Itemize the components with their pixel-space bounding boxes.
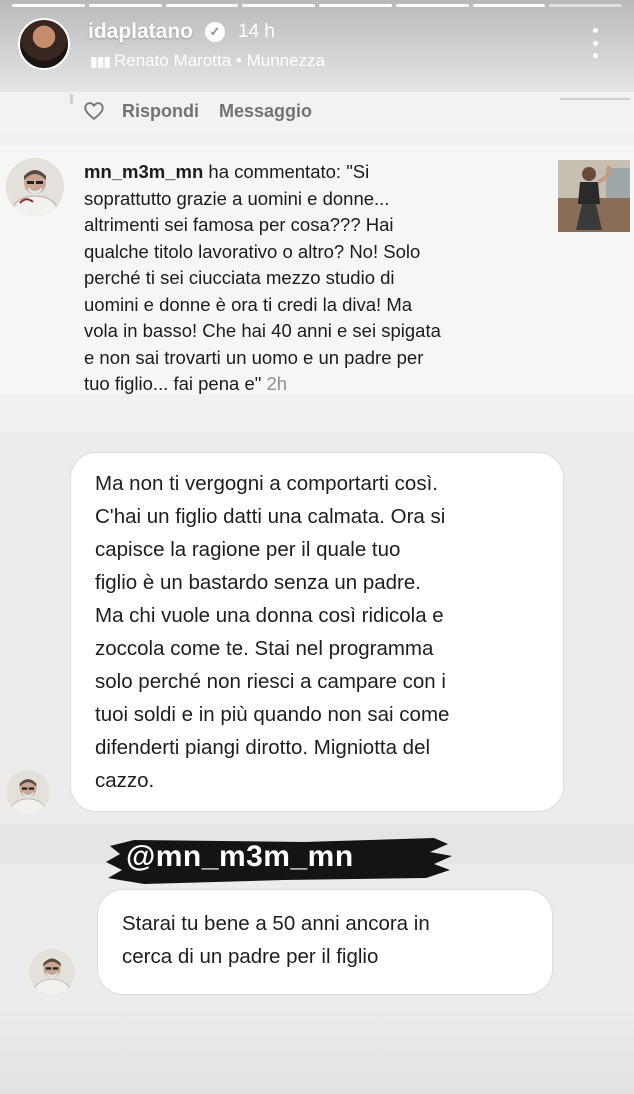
comment-notification-card: mn_m3m_mn ha commentato: "Si soprattutto…	[0, 145, 634, 395]
message-bubble[interactable]: Ma non ti vergogni a comportarti così. C…	[70, 452, 564, 812]
divider	[70, 94, 73, 104]
story-viewer: idaplatano ✓ 14 h ▮▮▮ Renato Marotta • M…	[0, 0, 634, 1094]
background-fade	[0, 1007, 634, 1094]
kebab-icon-dot	[592, 28, 598, 33]
message-bubble[interactable]: Starai tu bene a 50 anni ancora in cerca…	[97, 889, 553, 995]
message-text: Ma non ti vergogni a comportarti così. C…	[95, 472, 450, 792]
mention-sticker: @mn_m3m_mn	[104, 834, 454, 888]
story-progress-segment	[472, 4, 546, 7]
sender-avatar[interactable]	[29, 949, 75, 995]
mention-username: @mn_m3m_mn	[126, 840, 354, 873]
story-header: idaplatano ✓ 14 h ▮▮▮ Renato Marotta • M…	[0, 0, 634, 92]
commenter-avatar[interactable]	[6, 158, 64, 216]
story-progress-segment	[319, 4, 392, 7]
comment-body: ha commentato: "Si soprattutto grazie a …	[84, 161, 441, 394]
story-author-avatar[interactable]	[18, 18, 70, 70]
comment-actions-row: Rispondi Messaggio	[0, 92, 634, 132]
more-options-button[interactable]	[588, 28, 602, 58]
story-progress-segment	[88, 4, 162, 7]
story-progress-bars	[12, 4, 622, 7]
story-author-username[interactable]: idaplatano	[88, 20, 193, 44]
sender-avatar[interactable]	[6, 770, 50, 814]
verified-badge-icon: ✓	[205, 22, 225, 42]
commenter-username[interactable]: mn_m3m_mn	[84, 161, 203, 182]
comment-time: 2h	[266, 373, 288, 394]
kebab-icon-dot	[592, 53, 598, 58]
reply-button[interactable]: Rispondi	[122, 101, 199, 122]
heart-icon[interactable]	[83, 100, 105, 122]
story-music-label[interactable]: Renato Marotta • Munnezza	[114, 51, 325, 71]
divider	[560, 98, 630, 100]
story-timestamp: 14 h	[238, 21, 275, 42]
story-progress-segment	[549, 4, 622, 7]
post-thumbnail[interactable]	[558, 160, 630, 232]
story-progress-segment	[242, 4, 315, 7]
story-progress-segment	[12, 4, 85, 7]
story-progress-segment	[395, 4, 469, 7]
kebab-icon-dot	[592, 40, 598, 46]
message-button[interactable]: Messaggio	[219, 101, 312, 122]
direct-messages-area: Ma non ti vergogni a comportarti così. C…	[0, 432, 634, 1094]
comment-text: mn_m3m_mn ha commentato: "Si soprattutto…	[84, 159, 554, 398]
message-text: Starai tu bene a 50 anni ancora in cerca…	[122, 912, 430, 968]
story-progress-segment	[165, 4, 239, 7]
music-bars-icon: ▮▮▮	[90, 53, 111, 69]
